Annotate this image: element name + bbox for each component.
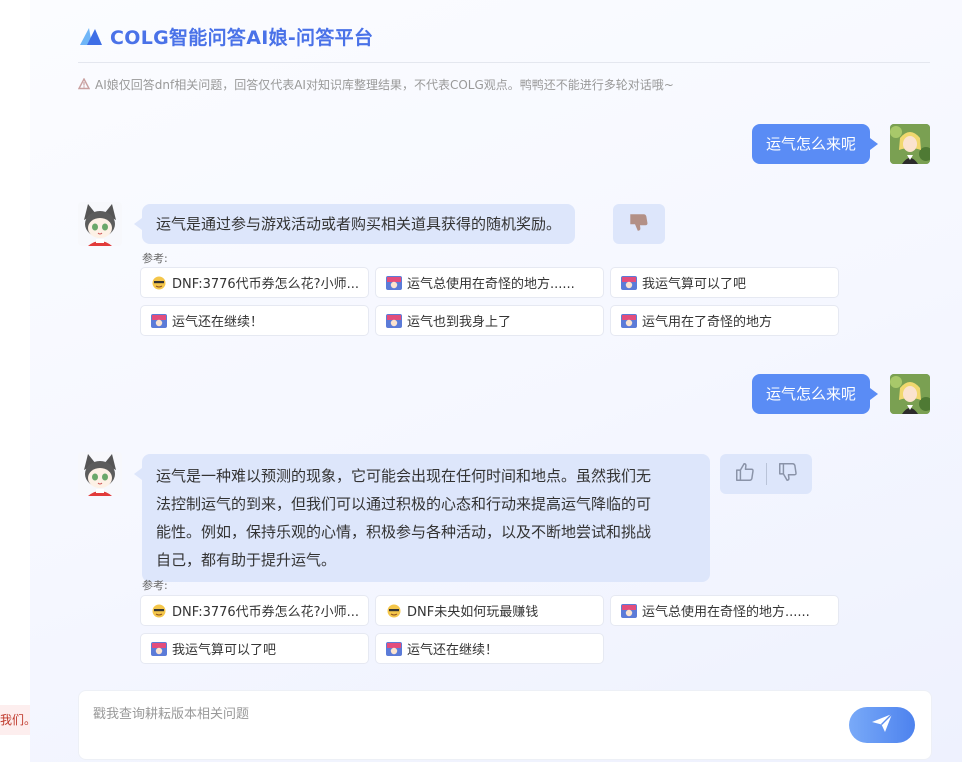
reference-item[interactable]: DNF未央如何玩最赚钱 [375,595,604,626]
warning-icon [77,77,91,90]
bot-answer-line: 法控制运气的到来，但我们可以通过积极的心态和行动来提高运气降临的可 [156,495,652,513]
reference-title: 运气总使用在奇怪的地方...... [642,605,810,620]
feedback-separator [765,463,767,485]
reference-title: 运气也到我身上了 [407,315,512,330]
reference-title: DNF:3776代币券怎么花?小师... [172,277,359,292]
colg-icon [151,641,167,656]
feedback-group [720,454,812,494]
bot-avatar [78,452,122,496]
user-bubble: 运气怎么来呢 [751,374,879,414]
reference-item[interactable]: 运气总使用在奇怪的地方...... [610,595,839,626]
bot-avatar [78,202,122,246]
bot-answer-line: 运气是一种难以预测的现象，它可能会出现在任何时间和地点。虽然我们无 [156,467,652,485]
user-avatar[interactable] [890,374,930,414]
user-message: 运气怎么来呢 [751,124,930,164]
reference-item[interactable]: 我运气算可以了吧 [140,633,369,664]
thumbs-up-icon [734,461,756,487]
references-label: 参考: [142,252,168,265]
send-button[interactable] [849,707,915,743]
reference-title: DNF未央如何玩最赚钱 [407,605,539,620]
reference-item[interactable]: 运气还在继续！ [140,305,369,336]
bot-answer-line: 自己，都有助于提升运气。 [156,551,337,569]
bot-answer-line: 能性。例如，保持乐观的心情，积极参与各种活动，以及不断地尝试和挑战 [156,523,652,541]
question-input[interactable] [93,703,833,747]
reference-title: 运气还在继续！ [172,315,264,330]
reference-title: 我运气算可以了吧 [172,643,277,658]
reference-item[interactable]: DNF:3776代币券怎么花?小师... [140,595,369,626]
reference-title: DNF:3776代币券怎么花?小师... [172,605,359,620]
thumbs-down-button[interactable] [775,461,801,487]
side-toast: 我们。 [0,705,34,735]
chat-panel: COLG智能问答AI娘-问答平台 AI娘仅回答dnf相关问题，回答仅代表AI对知… [30,0,962,762]
reference-item[interactable]: 我运气算可以了吧 [610,267,839,298]
reference-title: 运气用在了奇怪的地方 [642,315,773,330]
colg-icon [386,641,402,656]
reference-title: 我运气算可以了吧 [642,277,747,292]
left-strip [0,0,30,762]
reference-item[interactable]: 运气总使用在奇怪的地方...... [375,267,604,298]
page-title: COLG智能问答AI娘-问答平台 [110,26,374,49]
reference-item[interactable]: 运气还在继续！ [375,633,604,664]
references-label: 参考: [142,579,168,592]
user-message: 运气怎么来呢 [751,374,930,414]
chat-input-box [78,690,932,760]
thumbs-down-icon [777,461,799,487]
colg-icon [621,313,637,328]
reference-item[interactable]: 运气用在了奇怪的地方 [610,305,839,336]
colg-icon [386,275,402,290]
reference-title: 运气还在继续！ [407,643,499,658]
header-divider [78,62,930,63]
thumbs-down-icon [628,211,650,237]
thumbs-up-button[interactable] [732,461,758,487]
bot-answer-bubble: 运气是通过参与游戏活动或者购买相关道具获得的随机奖励。 [133,204,576,244]
reference-item[interactable]: 运气也到我身上了 [375,305,604,336]
colg-icon [151,313,167,328]
reference-item[interactable]: DNF:3776代币券怎么花?小师... [140,267,369,298]
bot-answer-bubble: 运气是一种难以预测的现象，它可能会出现在任何时间和地点。虽然我们无 法控制运气的… [134,454,710,582]
send-icon [871,713,893,737]
notice-text: AI娘仅回答dnf相关问题，回答仅代表AI对知识库整理结果，不代表COLG观点。… [95,77,674,92]
logo-icon [78,25,104,47]
reference-title: 运气总使用在奇怪的地方...... [407,277,575,292]
user-avatar[interactable] [890,124,930,164]
notice: AI娘仅回答dnf相关问题，回答仅代表AI对知识库整理结果，不代表COLG观点。… [77,75,674,93]
bot-answer-text: 运气是通过参与游戏活动或者购买相关道具获得的随机奖励。 [156,215,562,233]
thumbs-down-button[interactable] [626,211,652,237]
colg-icon [621,603,637,618]
references-list: DNF:3776代币券怎么花?小师... DNF未央如何玩最赚钱 运气总使用在奇… [140,595,840,664]
emoji-icon [386,604,402,618]
header: COLG智能问答AI娘-问答平台 [78,22,373,50]
emoji-icon [151,604,167,618]
colg-icon [386,313,402,328]
user-bubble: 运气怎么来呢 [751,124,879,164]
colg-icon [621,275,637,290]
feedback-group [613,204,665,244]
emoji-icon [151,276,167,290]
references-list: DNF:3776代币券怎么花?小师... 运气总使用在奇怪的地方...... 我… [140,267,840,336]
